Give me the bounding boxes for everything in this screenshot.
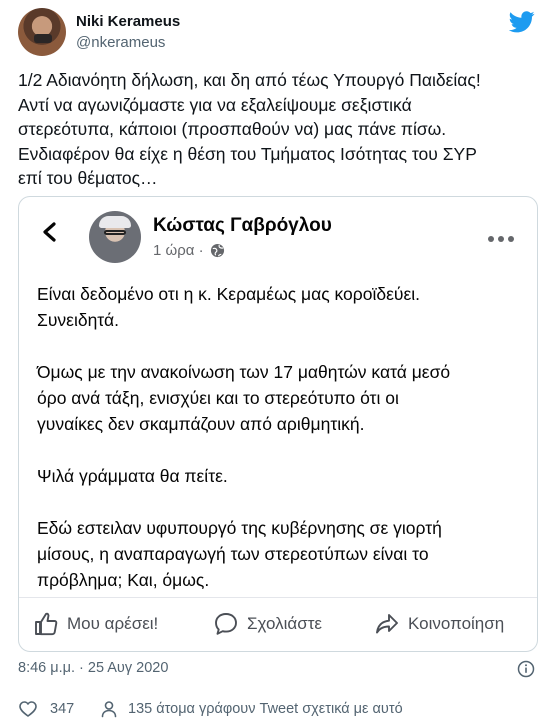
more-options-icon[interactable]: [487, 235, 515, 243]
post-body: Είναι δεδομένο οτι η κ. Κεραμέως μας κορ…: [37, 284, 451, 590]
comment-icon: [215, 613, 237, 635]
comment-button[interactable]: Σχολιάστε: [213, 609, 322, 639]
author-avatar[interactable]: [18, 8, 66, 56]
share-arrow-icon: [376, 614, 398, 634]
globe-icon: [210, 243, 224, 258]
post-author-name[interactable]: Κώστας Γαβρόγλου: [153, 215, 332, 237]
like-label: Μου αρέσει!: [67, 614, 159, 633]
post-author-avatar[interactable]: [89, 211, 141, 263]
comment-label: Σχολιάστε: [247, 614, 322, 633]
twitter-bird-icon[interactable]: [509, 11, 535, 33]
tweet-text: 1/2 Αδιανόητη δήλωση, και δη από τέως Υπ…: [18, 70, 481, 188]
heart-icon[interactable]: [18, 699, 38, 719]
share-button[interactable]: Κοινοποίηση: [374, 609, 504, 639]
embedded-facebook-post[interactable]: Κώστας Γαβρόγλου 1 ώρα · Είναι δεδομένο …: [18, 196, 538, 652]
author-name[interactable]: Niki Kerameus: [76, 13, 180, 30]
tweet-timestamp[interactable]: 8:46 μ.μ. · 25 Αυγ 2020: [18, 660, 168, 676]
post-time: 1 ώρα ·: [153, 242, 225, 259]
person-icon[interactable]: [99, 699, 119, 719]
share-label: Κοινοποίηση: [408, 614, 505, 633]
talking-about-text[interactable]: 135 άτομα γράφουν Tweet σχετικά με αυτό: [128, 701, 403, 717]
back-arrow-icon[interactable]: [39, 221, 61, 243]
like-count[interactable]: 347: [50, 701, 74, 717]
post-divider: [19, 597, 537, 598]
like-button[interactable]: Μου αρέσει!: [33, 609, 158, 639]
author-handle[interactable]: @nkerameus: [76, 34, 165, 51]
info-icon[interactable]: [517, 660, 535, 678]
tweet-card: Niki Kerameus @nkerameus 1/2 Αδιανόητη δ…: [0, 0, 553, 726]
post-time-text: 1 ώρα ·: [153, 242, 204, 259]
thumbs-up-icon: [35, 612, 58, 636]
